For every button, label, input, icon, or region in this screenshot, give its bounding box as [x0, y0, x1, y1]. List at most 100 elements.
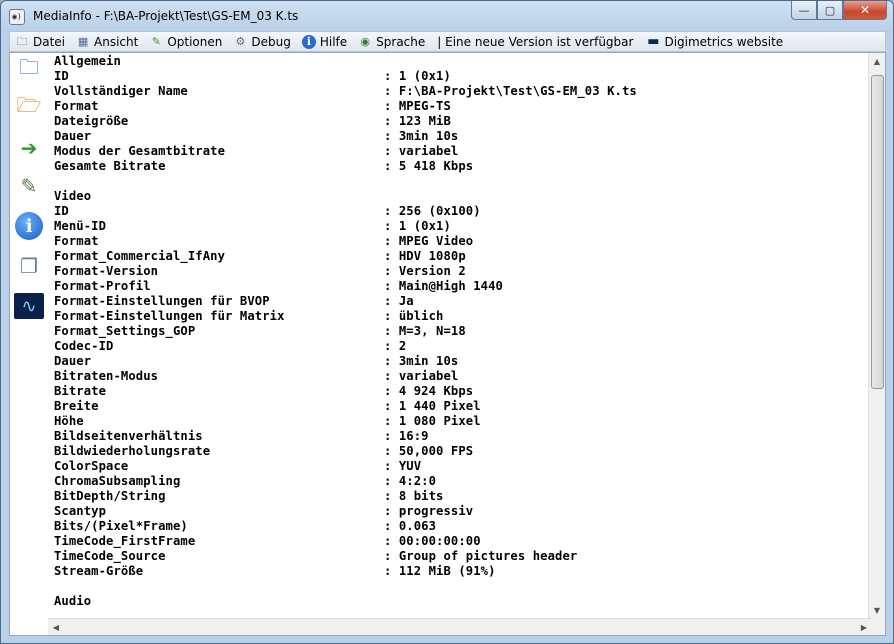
menu-sprache[interactable]: ◉ Sprache	[353, 32, 431, 51]
field-value: : 00:00:00:00	[384, 534, 481, 548]
field-name: Bildwiederholungsrate	[54, 444, 211, 458]
field-name: TimeCode_FirstFrame	[54, 534, 196, 548]
field-name: ColorSpace	[54, 459, 129, 473]
close-button[interactable]: ✕	[843, 1, 887, 20]
menu-update-notice[interactable]: | Eine neue Version ist verfügbar	[431, 32, 641, 51]
menu-digimetrics-website[interactable]: ▬ Digimetrics website	[641, 32, 789, 51]
field-value: : Ja	[384, 294, 414, 308]
menu-hilfe[interactable]: ℹ Hilfe	[297, 32, 353, 51]
field-name: Allgemein	[54, 54, 121, 68]
sidebar-about-button[interactable]: ℹ	[14, 211, 44, 241]
menu-debug-label: Debug	[251, 34, 291, 49]
field-value: : 3min 10s	[384, 129, 459, 143]
field-value: : 256 (0x100)	[384, 204, 481, 218]
report-row: BitDepth/String : 8 bits	[54, 489, 872, 504]
vertical-scroll-thumb[interactable]	[871, 75, 884, 389]
field-value: : variabel	[384, 369, 459, 383]
menu-ansicht[interactable]: ▦ Ansicht	[71, 32, 144, 51]
report-row: Vollständiger Name: F:\BA-Projekt\Test\G…	[54, 84, 872, 99]
minimize-button[interactable]: —	[791, 1, 817, 20]
field-value: : 2	[384, 339, 407, 353]
field-value: : 123 MiB	[384, 114, 451, 128]
sidebar-digimetrics-button[interactable]: ∿	[14, 291, 44, 321]
report-row: TimeCode_FirstFrame : 00:00:00:00	[54, 534, 872, 549]
field-value: : 4:2:0	[384, 474, 437, 488]
export-icon: ➔	[20, 136, 38, 160]
report-row: Dateigröße : 123 MiB	[54, 114, 872, 129]
section-heading: Allgemein	[54, 54, 872, 69]
menu-datei[interactable]: 🗀 Datei	[10, 32, 71, 51]
language-icon: ◉	[360, 34, 370, 48]
sidebar-preferences-button[interactable]: ✎	[14, 171, 44, 201]
sidebar-open-file-button[interactable]: 🗀	[14, 55, 44, 85]
field-name: Breite	[54, 399, 99, 413]
report-row: Bildseitenverhältnis : 16:9	[54, 429, 872, 444]
field-name: Dauer	[54, 129, 92, 143]
field-value: : 8 bits	[384, 489, 444, 503]
digimetrics-icon: ▬	[647, 33, 660, 49]
maximize-button[interactable]: ▢	[817, 1, 843, 20]
field-name: Gesamte Bitrate	[54, 159, 166, 173]
field-value: : progressiv	[384, 504, 474, 518]
field-name: Höhe	[54, 414, 84, 428]
field-name: Format-Profil	[54, 279, 151, 293]
field-name: Format	[54, 234, 99, 248]
report-row: Format_Settings_GOP: M=3, N=18	[54, 324, 872, 339]
menu-optionen[interactable]: ✎ Optionen	[144, 32, 228, 51]
scroll-up-arrow-icon[interactable]: ▲	[869, 53, 885, 70]
help-icon: ℹ	[301, 34, 316, 49]
field-name: Bildseitenverhältnis	[54, 429, 203, 443]
vertical-scrollbar[interactable]: ▲ ▼	[868, 53, 885, 619]
menu-bar: 🗀 Datei ▦ Ansicht ✎ Optionen ⚙ Debug ℹ H…	[9, 31, 886, 52]
field-value: : 1 080 Pixel	[384, 414, 481, 428]
menu-ansicht-label: Ansicht	[94, 34, 139, 49]
options-icon: ✎	[151, 34, 161, 48]
field-value: : 50,000 FPS	[384, 444, 474, 458]
field-name: Format-Einstellungen für Matrix	[54, 309, 285, 323]
scrollbar-corner	[869, 619, 885, 635]
file-icon: 🗀	[16, 34, 28, 48]
sidebar-export-button[interactable]: ➔	[14, 133, 44, 163]
field-value: : 16:9	[384, 429, 429, 443]
field-name: Dauer	[54, 354, 92, 368]
field-name: Video	[54, 189, 92, 203]
report-row: ChromaSubsampling: 4:2:0	[54, 474, 872, 489]
menu-debug[interactable]: ⚙ Debug	[228, 32, 296, 51]
field-value: : 3min 10s	[384, 354, 459, 368]
menu-hilfe-label: Hilfe	[319, 34, 348, 49]
field-name: Stream-Größe	[54, 564, 144, 578]
view-icon: ▦	[77, 34, 89, 48]
field-name: Menü-ID	[54, 219, 107, 233]
report-row: Format-Einstellungen für BVOP: Ja	[54, 294, 872, 309]
field-value: : 5 418 Kbps	[384, 159, 474, 173]
report-row: Bitraten-Modus: variabel	[54, 369, 872, 384]
window-controls: — ▢ ✕	[791, 1, 887, 21]
field-name: Codec-ID	[54, 339, 114, 353]
section-heading: Audio	[54, 594, 872, 609]
open-file-icon: 🗀	[19, 55, 39, 79]
field-value: : Version 2	[384, 264, 466, 278]
scroll-left-arrow-icon[interactable]: ◀	[48, 619, 64, 635]
waveform-icon: ∿	[14, 293, 44, 319]
field-name: ID	[54, 69, 69, 83]
field-value: : 112 MiB (91%)	[384, 564, 496, 578]
field-name: TimeCode_Source	[54, 549, 166, 563]
report-row: Format-Einstellungen für Matrix: üblich	[54, 309, 872, 324]
title-bar[interactable]: ◉) MediaInfo - F:\BA-Projekt\Test\GS-EM_…	[1, 1, 893, 31]
preferences-icon: ✎	[20, 174, 38, 198]
field-name: Dateigröße	[54, 114, 129, 128]
field-name: Format	[54, 99, 99, 113]
field-name: Bits/(Pixel*Frame)	[54, 519, 188, 533]
mediainfo-icon[interactable]: ◉)	[9, 9, 25, 25]
report-text[interactable]: Allgemein ID: 1 (0x1) Vollständiger Name: …	[54, 54, 872, 619]
sidebar-open-folder-button[interactable]: 🗁	[14, 93, 44, 123]
field-name: BitDepth/String	[54, 489, 166, 503]
scroll-down-arrow-icon[interactable]: ▼	[869, 602, 885, 619]
sidebar-knowledge-button[interactable]: ❐	[14, 251, 44, 281]
report-row: Format: MPEG Video	[54, 234, 872, 249]
debug-icon: ⚙	[235, 34, 246, 48]
field-name: Vollständiger Name	[54, 84, 188, 98]
report-row: ID: 256 (0x100)	[54, 204, 872, 219]
horizontal-scrollbar[interactable]: ◀ ▶	[48, 618, 872, 635]
report-row: Bildwiederholungsrate : 50,000 FPS	[54, 444, 872, 459]
